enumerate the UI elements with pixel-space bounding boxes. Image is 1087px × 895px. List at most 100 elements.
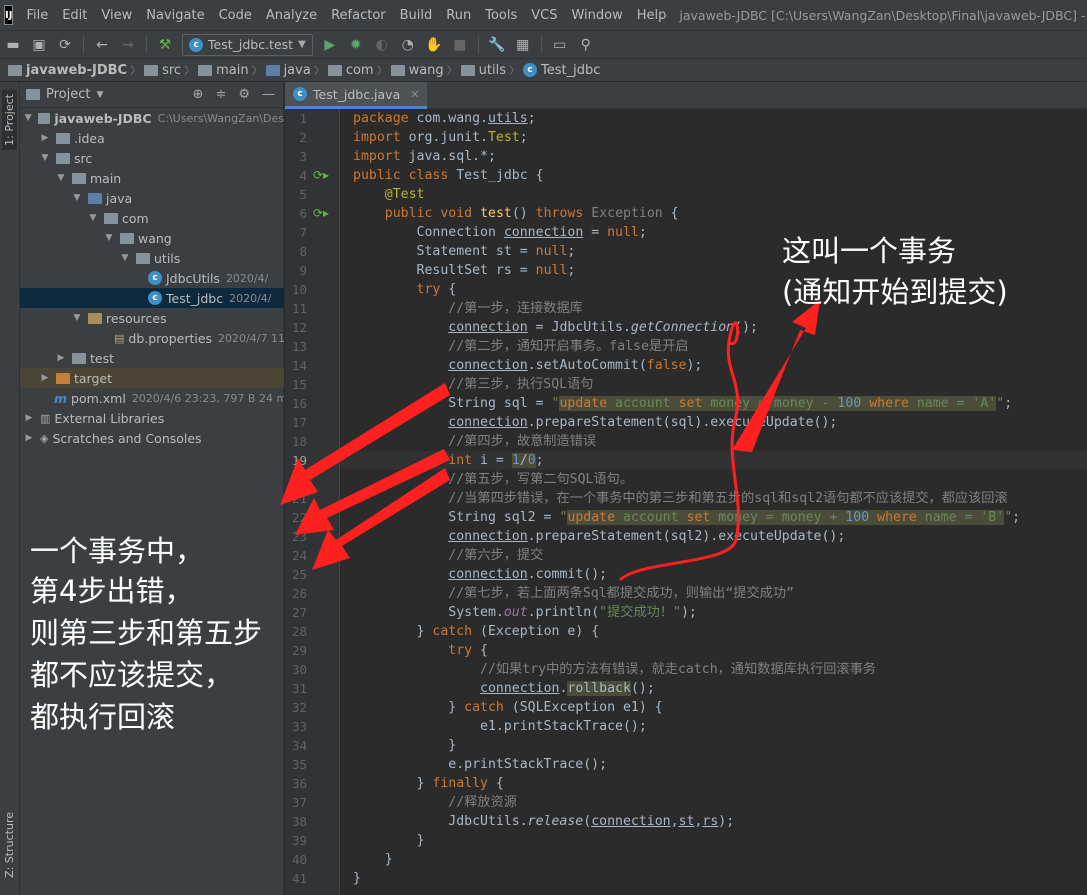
collapse-arrow-icon[interactable]: ▶ (38, 133, 52, 143)
expand-arrow-icon[interactable]: ▼ (22, 113, 34, 123)
menu-window[interactable]: Window (564, 8, 629, 23)
breadcrumb-item[interactable]: utils (458, 63, 509, 78)
collapse-all-icon[interactable]: ≑ (215, 87, 226, 102)
sync-icon[interactable]: ⟳ (54, 34, 76, 56)
expand-arrow-icon[interactable]: ▼ (102, 233, 116, 243)
tree-item[interactable]: ▼ com (20, 208, 284, 228)
terminal-icon[interactable]: ▭ (549, 34, 571, 56)
editor-tab-test-jdbc[interactable]: c Test_jdbc.java ✕ (285, 82, 428, 109)
locate-target-icon[interactable]: ⊕ (193, 87, 204, 102)
build-hammer-icon[interactable]: ⚒ (154, 34, 176, 56)
breadcrumb-item[interactable]: com (325, 63, 377, 78)
chevron-right-icon: 〉 (509, 64, 521, 77)
run-configuration-label: Test_jdbc.test (208, 37, 294, 52)
line-number: 31 (291, 681, 307, 696)
line-number: 24 (291, 548, 307, 563)
tree-item-label: pom.xml (71, 390, 126, 406)
structure-tool-tab[interactable]: Z: Structure (2, 808, 17, 882)
search-icon[interactable]: ⚲ (575, 34, 597, 56)
debug-bug-icon[interactable]: ✹ (345, 34, 367, 56)
profile-icon[interactable]: ◔ (397, 34, 419, 56)
structure-tool-tab-label: Z: Structure (3, 812, 16, 878)
menu-build[interactable]: Build (393, 8, 440, 23)
tree-item[interactable]: m pom.xml 2020/4/6 23:23, 797 B 24 min (20, 388, 284, 408)
collapse-arrow-icon[interactable]: ▶ (22, 433, 36, 443)
expand-arrow-icon[interactable]: ▼ (70, 313, 84, 323)
code-editor[interactable]: package com.wang.utils; import org.junit… (341, 109, 1087, 895)
gear-icon[interactable]: ⚙ (238, 87, 250, 102)
editor-tab-bar: c Test_jdbc.java ✕ (285, 82, 1087, 109)
folder-icon (56, 132, 70, 144)
tree-item[interactable]: ▶ target (20, 368, 284, 388)
chevron-down-icon[interactable]: ▼ (96, 90, 103, 100)
tree-item[interactable]: ▶ .idea (20, 128, 284, 148)
menu-help[interactable]: Help (630, 8, 674, 23)
stop-icon[interactable]: ■ (449, 34, 471, 56)
minimize-icon[interactable]: — (262, 87, 275, 102)
collapse-arrow-icon[interactable]: ▶ (38, 373, 52, 383)
menu-view[interactable]: View (94, 8, 139, 23)
expand-arrow-icon[interactable]: ▼ (118, 253, 132, 263)
menu-refactor[interactable]: Refactor (324, 8, 393, 23)
menu-edit[interactable]: Edit (55, 8, 94, 23)
forward-arrow-icon[interactable]: → (117, 34, 139, 56)
annotation-left-line-5: 都执行回滚 (30, 700, 176, 734)
menu-analyze[interactable]: Analyze (259, 8, 324, 23)
tree-item[interactable]: ▼ utils (20, 248, 284, 268)
expand-arrow-icon[interactable]: ▼ (38, 153, 52, 163)
project-panel-title[interactable]: Project (46, 87, 90, 102)
menu-navigate[interactable]: Navigate (139, 8, 211, 23)
breadcrumb-item[interactable]: javaweb-JDBC (0, 63, 130, 78)
attach-icon[interactable]: ✋ (423, 34, 445, 56)
chevron-right-icon: 〉 (184, 64, 196, 77)
tree-item[interactable]: ▼ javaweb-JDBC C:\Users\WangZan\Des (20, 108, 284, 128)
close-icon[interactable]: ✕ (410, 88, 419, 101)
menu-run[interactable]: Run (439, 8, 478, 23)
settings-wrench-icon[interactable]: 🔧 (486, 34, 508, 56)
coverage-icon[interactable]: ◐ (371, 34, 393, 56)
tree-item[interactable]: ▶ ▥ External Libraries (20, 408, 284, 428)
collapse-arrow-icon[interactable]: ▶ (22, 413, 36, 423)
menu-code[interactable]: Code (212, 8, 259, 23)
collapse-arrow-icon[interactable]: ▶ (54, 353, 68, 363)
code-line: try { (448, 643, 488, 658)
menu-vcs[interactable]: VCS (524, 8, 564, 23)
tree-item[interactable]: ▤ db.properties 2020/4/7 11: (20, 328, 284, 348)
open-folder-icon[interactable]: ▬ (2, 34, 24, 56)
expand-arrow-icon[interactable]: ▼ (86, 213, 100, 223)
menu-file[interactable]: File (19, 8, 55, 23)
breadcrumb-label: Test_jdbc (541, 62, 601, 78)
code-line: e1.printStackTrace(); (353, 719, 647, 734)
run-test-gutter-icon[interactable]: ⟳▸ (313, 206, 329, 220)
expand-arrow-icon[interactable]: ▼ (54, 173, 68, 183)
breadcrumb-item[interactable]: c Test_jdbc (520, 63, 603, 78)
expand-arrow-icon[interactable]: ▼ (70, 193, 84, 203)
tree-item[interactable]: ▼ wang (20, 228, 284, 248)
breadcrumb-item[interactable]: main (195, 63, 251, 78)
tree-item[interactable]: ▶ test (20, 348, 284, 368)
breadcrumb-item[interactable]: src (141, 63, 184, 78)
tree-item[interactable]: ▼ resources (20, 308, 284, 328)
line-number: 14 (291, 358, 307, 373)
tree-item-selected[interactable]: c Test_jdbc 2020/4/ (20, 288, 284, 308)
run-play-icon[interactable]: ▶ (319, 34, 341, 56)
save-icon[interactable]: ▣ (28, 34, 50, 56)
menu-tools[interactable]: Tools (478, 8, 524, 23)
breadcrumb-item[interactable]: wang (388, 63, 447, 78)
project-structure-icon[interactable]: ▦ (512, 34, 534, 56)
tree-item[interactable]: ▼ java (20, 188, 284, 208)
toolbar-divider (477, 35, 479, 54)
tree-item[interactable]: c JdbcUtils 2020/4/ (20, 268, 284, 288)
tree-item[interactable]: ▼ src (20, 148, 284, 168)
test-class-icon: c (148, 291, 162, 305)
tree-item[interactable]: ▼ main (20, 168, 284, 188)
back-arrow-icon[interactable]: ← (91, 34, 113, 56)
run-test-gutter-icon[interactable]: ⟳▸ (313, 168, 329, 182)
breadcrumb-item[interactable]: java (263, 63, 314, 78)
code-line: connection.commit(); (448, 567, 608, 582)
tree-item-label: JdbcUtils (166, 270, 220, 286)
run-configuration-select[interactable]: c Test_jdbc.test ▼ (182, 33, 313, 56)
project-tool-tab[interactable]: 1: Project (2, 90, 17, 150)
tree-item-label: Test_jdbc (166, 290, 224, 306)
tree-item[interactable]: ▶ ◈ Scratches and Consoles (20, 428, 284, 448)
